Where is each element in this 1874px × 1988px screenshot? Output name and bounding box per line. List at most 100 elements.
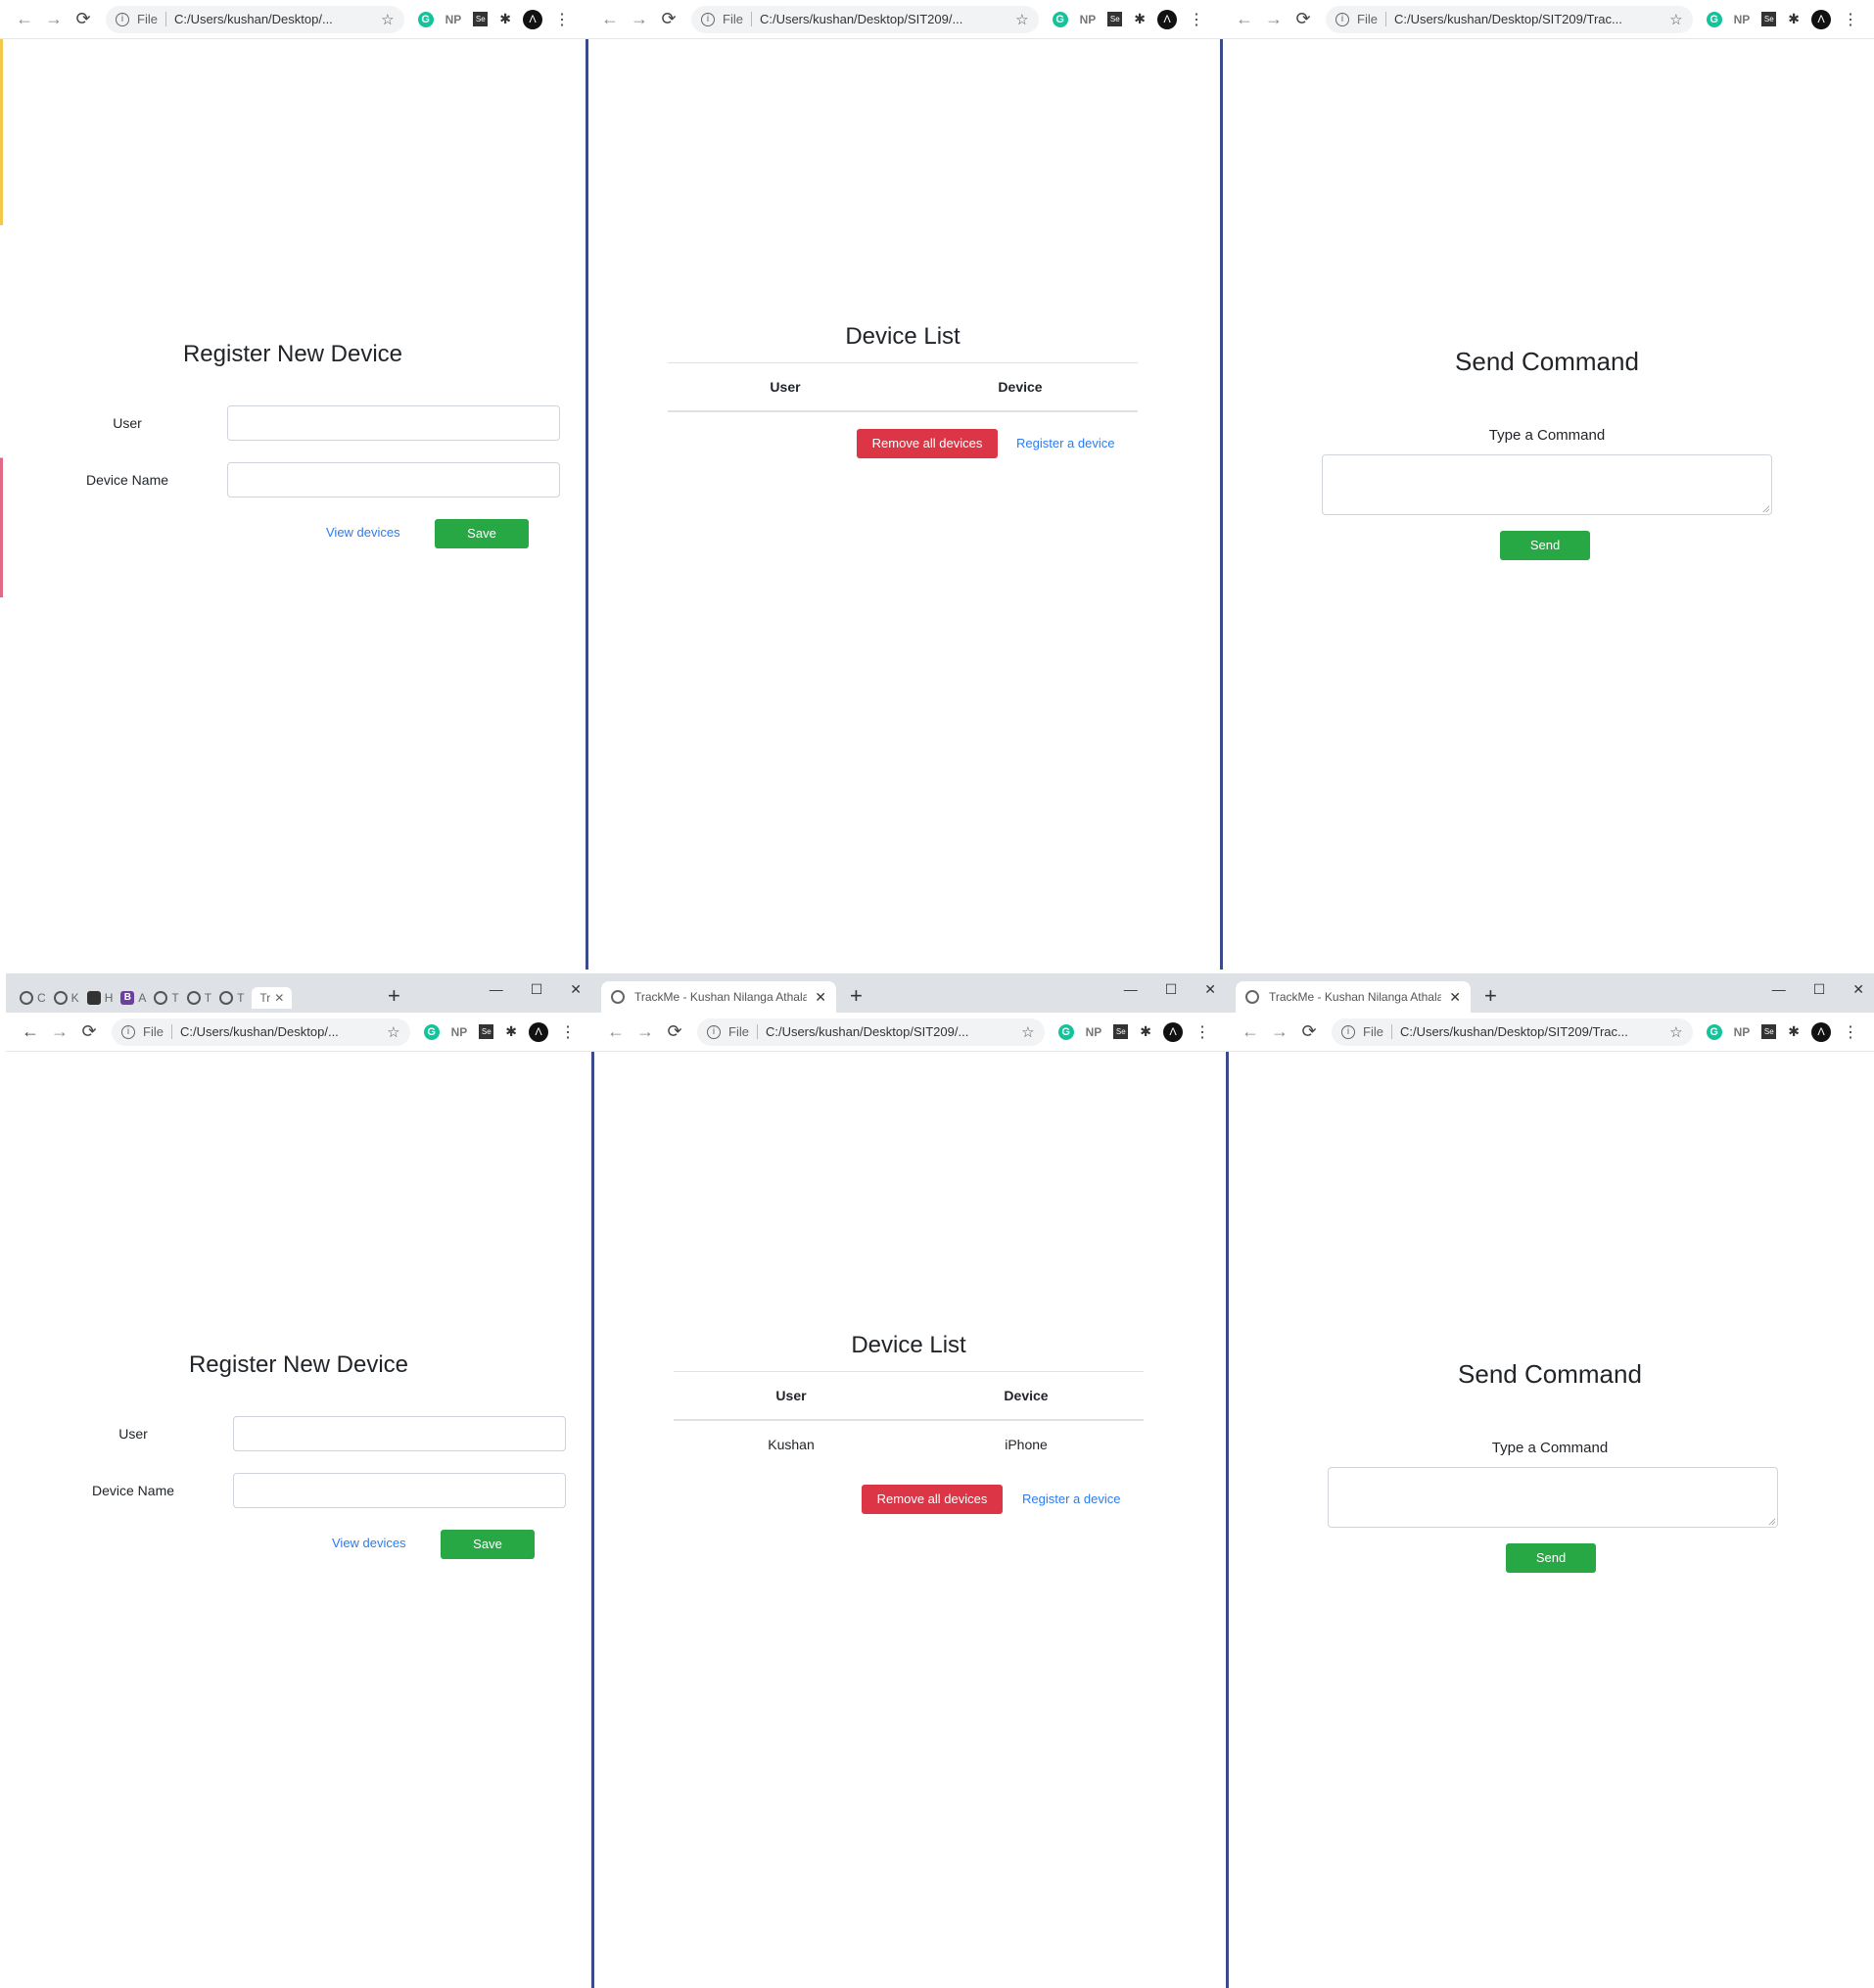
browser-menu-icon[interactable]: ⋮: [1195, 1022, 1210, 1042]
minimize-icon[interactable]: —: [490, 981, 503, 998]
browser-menu-icon[interactable]: ⋮: [1843, 1022, 1858, 1042]
address-bar[interactable]: i File C:/Users/kushan/Desktop/... ☆: [112, 1018, 410, 1046]
np-extension-icon[interactable]: NP: [1734, 13, 1751, 26]
info-icon[interactable]: i: [707, 1024, 721, 1039]
back-button[interactable]: ←: [10, 9, 39, 29]
tab-trackme[interactable]: TrackMe - Kushan Nilanga Athala ✕: [1236, 981, 1471, 1013]
tab-mini[interactable]: T: [219, 987, 244, 1009]
profile-avatar[interactable]: Λ: [1163, 1021, 1183, 1042]
se-extension-icon[interactable]: Se: [479, 1024, 494, 1039]
user-input[interactable]: [233, 1416, 566, 1451]
address-bar[interactable]: i File C:/Users/kushan/Desktop/SIT209/Tr…: [1326, 5, 1693, 33]
back-button[interactable]: ←: [16, 1021, 45, 1042]
device-name-input[interactable]: [233, 1473, 566, 1508]
send-button[interactable]: Send: [1500, 531, 1590, 560]
se-extension-icon[interactable]: Se: [473, 12, 489, 26]
bookmark-star-icon[interactable]: ☆: [1669, 11, 1682, 28]
back-button[interactable]: ←: [595, 9, 625, 29]
extensions-puzzle-icon[interactable]: ✱: [1140, 1023, 1151, 1040]
info-icon[interactable]: i: [121, 1024, 135, 1039]
grammarly-icon[interactable]: G: [417, 11, 434, 27]
back-button[interactable]: ←: [1236, 1021, 1265, 1042]
profile-avatar[interactable]: Λ: [1811, 9, 1831, 29]
extensions-puzzle-icon[interactable]: ✱: [1788, 11, 1800, 27]
close-icon[interactable]: ✕: [570, 981, 582, 998]
profile-avatar[interactable]: Λ: [529, 1021, 548, 1042]
view-devices-link[interactable]: View devices: [332, 1536, 406, 1550]
forward-button[interactable]: →: [631, 1021, 660, 1042]
address-bar[interactable]: i File C:/Users/kushan/Desktop/... ☆: [106, 5, 404, 33]
bookmark-star-icon[interactable]: ☆: [1021, 1023, 1034, 1041]
np-extension-icon[interactable]: NP: [445, 13, 462, 26]
address-bar[interactable]: i File C:/Users/kushan/Desktop/SIT209/..…: [691, 5, 1039, 33]
resize-grip-icon[interactable]: [1768, 1518, 1775, 1525]
resize-grip-icon[interactable]: [1762, 505, 1769, 512]
extensions-puzzle-icon[interactable]: ✱: [1788, 1023, 1800, 1040]
tab-trackme[interactable]: TrackMe - Kushan Nilanga Athala ✕: [601, 981, 836, 1013]
extensions-puzzle-icon[interactable]: ✱: [505, 1023, 517, 1040]
grammarly-icon[interactable]: G: [423, 1023, 440, 1040]
remove-all-devices-button[interactable]: Remove all devices: [857, 429, 998, 458]
device-name-input[interactable]: [227, 462, 560, 497]
np-extension-icon[interactable]: NP: [1086, 1025, 1102, 1039]
forward-button[interactable]: →: [1259, 9, 1288, 29]
minimize-icon[interactable]: —: [1124, 981, 1138, 998]
info-icon[interactable]: i: [1335, 12, 1349, 26]
save-button[interactable]: Save: [435, 519, 529, 548]
address-bar[interactable]: i File C:/Users/kushan/Desktop/SIT209/Tr…: [1332, 1018, 1693, 1046]
grammarly-icon[interactable]: G: [1706, 11, 1722, 27]
close-icon[interactable]: ✕: [1852, 981, 1864, 998]
tab-mini[interactable]: T: [186, 987, 211, 1009]
forward-button[interactable]: →: [45, 1021, 74, 1042]
new-tab-button[interactable]: +: [388, 985, 400, 1007]
reload-button[interactable]: ⟳: [654, 9, 683, 29]
reload-button[interactable]: ⟳: [1288, 9, 1318, 29]
remove-all-devices-button[interactable]: Remove all devices: [862, 1485, 1003, 1514]
bookmark-star-icon[interactable]: ☆: [1015, 11, 1028, 28]
new-tab-button[interactable]: +: [850, 985, 863, 1007]
user-input[interactable]: [227, 405, 560, 441]
new-tab-button[interactable]: +: [1484, 985, 1497, 1007]
info-icon[interactable]: i: [701, 12, 715, 26]
maximize-icon[interactable]: ☐: [531, 981, 543, 998]
view-devices-link[interactable]: View devices: [326, 525, 400, 540]
browser-menu-icon[interactable]: ⋮: [1189, 10, 1204, 29]
browser-menu-icon[interactable]: ⋮: [554, 10, 570, 29]
save-button[interactable]: Save: [441, 1530, 535, 1559]
tab-mini[interactable]: K: [53, 987, 79, 1009]
maximize-icon[interactable]: ☐: [1165, 981, 1178, 998]
se-extension-icon[interactable]: Se: [1107, 12, 1123, 26]
reload-button[interactable]: ⟳: [660, 1021, 689, 1042]
info-icon[interactable]: i: [116, 12, 129, 26]
back-button[interactable]: ←: [601, 1021, 631, 1042]
tab-mini[interactable]: T: [154, 987, 179, 1009]
tab-mini[interactable]: H: [86, 987, 113, 1009]
register-device-link[interactable]: Register a device: [1022, 1491, 1120, 1506]
close-icon[interactable]: ✕: [1204, 981, 1216, 998]
register-device-link[interactable]: Register a device: [1016, 436, 1114, 450]
bookmark-star-icon[interactable]: ☆: [381, 11, 394, 28]
tab-close-icon[interactable]: ✕: [274, 991, 284, 1005]
np-extension-icon[interactable]: NP: [1080, 13, 1097, 26]
np-extension-icon[interactable]: NP: [1734, 1025, 1751, 1039]
address-bar[interactable]: i File C:/Users/kushan/Desktop/SIT209/..…: [697, 1018, 1045, 1046]
se-extension-icon[interactable]: Se: [1761, 1024, 1777, 1039]
tab-mini[interactable]: BA: [120, 987, 146, 1009]
forward-button[interactable]: →: [1265, 1021, 1294, 1042]
se-extension-icon[interactable]: Se: [1113, 1024, 1129, 1039]
bookmark-star-icon[interactable]: ☆: [387, 1023, 399, 1041]
profile-avatar[interactable]: Λ: [523, 9, 542, 29]
tab-mini[interactable]: C: [20, 987, 46, 1009]
bookmark-star-icon[interactable]: ☆: [1669, 1023, 1682, 1041]
reload-button[interactable]: ⟳: [74, 1021, 104, 1042]
minimize-icon[interactable]: —: [1772, 981, 1786, 998]
send-button[interactable]: Send: [1506, 1543, 1596, 1573]
reload-button[interactable]: ⟳: [1294, 1021, 1324, 1042]
command-textarea[interactable]: [1328, 1467, 1778, 1528]
grammarly-icon[interactable]: G: [1052, 11, 1068, 27]
reload-button[interactable]: ⟳: [69, 9, 98, 29]
forward-button[interactable]: →: [39, 9, 69, 29]
back-button[interactable]: ←: [1230, 9, 1259, 29]
profile-avatar[interactable]: Λ: [1157, 9, 1177, 29]
browser-menu-icon[interactable]: ⋮: [560, 1022, 576, 1042]
